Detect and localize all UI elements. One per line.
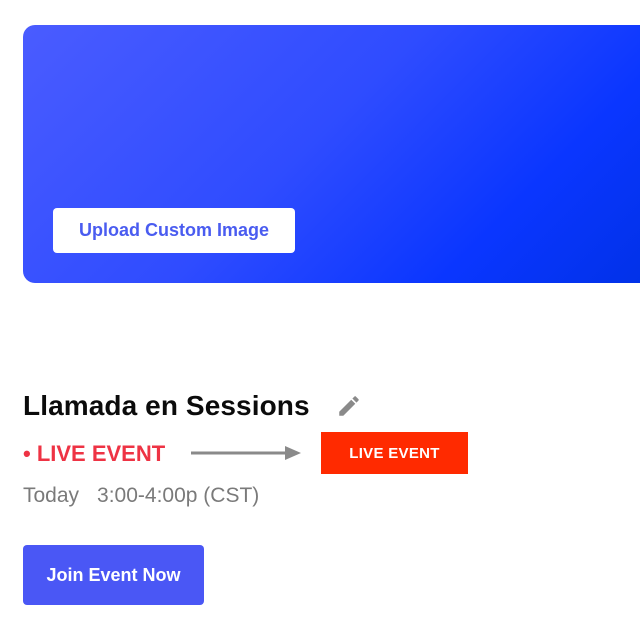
- live-status-row: • LIVE EVENT LIVE EVENT: [23, 432, 483, 475]
- upload-custom-image-button[interactable]: Upload Custom Image: [53, 208, 295, 253]
- event-schedule: Today 3:00-4:00p (CST): [23, 484, 259, 508]
- live-event-badge: LIVE EVENT: [321, 432, 468, 474]
- arrow-right-icon: [191, 446, 301, 460]
- event-title: Llamada en Sessions: [23, 390, 310, 421]
- pencil-icon[interactable]: [336, 393, 362, 419]
- live-event-label: • LIVE EVENT: [23, 441, 166, 466]
- event-title-row: Llamada en Sessions: [23, 388, 362, 424]
- event-time: 3:00-4:00p (CST): [97, 484, 260, 507]
- event-cover-banner: Upload Custom Image: [23, 25, 640, 283]
- pencil-icon-glyph: [338, 396, 359, 416]
- event-page: Upload Custom Image Llamada en Sessions …: [0, 0, 640, 632]
- event-day: Today: [23, 484, 80, 507]
- join-event-button[interactable]: Join Event Now: [23, 545, 204, 605]
